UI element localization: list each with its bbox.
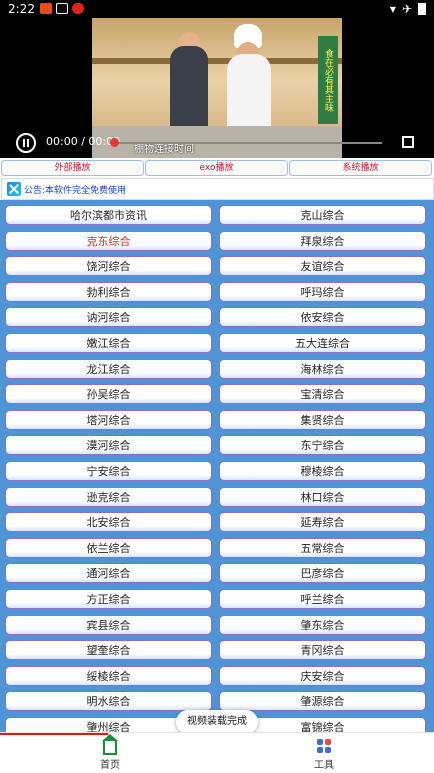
channel-button[interactable]: 通河综合 [5, 563, 212, 584]
nav-accent-line [0, 733, 108, 735]
battery-icon [418, 3, 426, 15]
channel-button[interactable]: 嫩江综合 [5, 333, 212, 353]
channel-button[interactable]: 呼兰综合 [219, 589, 426, 609]
video-controls: 00:00 / 00:00 [0, 128, 434, 158]
channel-button[interactable]: 饶河综合 [5, 256, 212, 277]
toast-message: 视频装载完成 [176, 710, 258, 734]
current-time: 00:00 [46, 135, 78, 148]
tools-icon [317, 739, 331, 753]
channel-button[interactable]: 明水综合 [5, 691, 212, 712]
channel-button[interactable]: 龙江综合 [5, 358, 212, 379]
channel-button[interactable]: 勃利综合 [5, 281, 212, 302]
video-side-banner: 食在必有其主味 [318, 36, 338, 124]
nav-label-tools: 工具 [314, 760, 334, 771]
channel-button[interactable]: 塔河综合 [5, 409, 212, 430]
home-icon [102, 734, 118, 755]
nav-label-home: 首页 [100, 760, 120, 771]
channel-button[interactable]: 绥棱综合 [5, 665, 212, 686]
channel-button[interactable]: 五大连综合 [219, 333, 426, 353]
airplane-icon: ✈ [401, 2, 412, 16]
channel-button[interactable]: 孙吴综合 [5, 384, 212, 405]
channel-button[interactable]: 北安综合 [5, 512, 212, 533]
app-logo-icon [7, 182, 21, 196]
channel-button[interactable]: 青冈综合 [219, 640, 426, 661]
system-icons: ▾ ✈ [390, 2, 426, 16]
channel-button[interactable]: 克东综合 [5, 230, 212, 251]
notification-icons [40, 3, 84, 14]
channel-button[interactable]: 呼玛综合 [219, 281, 426, 302]
channel-button[interactable]: 漠河综合 [5, 435, 212, 456]
box-icon [56, 3, 68, 14]
progress-thumb[interactable] [110, 138, 119, 147]
channel-button[interactable]: 依安综合 [219, 307, 426, 328]
channel-button[interactable]: 林口综合 [219, 486, 426, 507]
channel-button[interactable]: 友谊综合 [219, 256, 426, 277]
bottom-nav: 首页 工具 [0, 732, 434, 773]
channel-button[interactable]: 东宁综合 [219, 435, 426, 456]
app-notification-icon [40, 3, 52, 14]
channel-button[interactable]: 肇源综合 [219, 691, 426, 712]
video-time: 00:00 / 00:00 [46, 135, 120, 148]
channel-button[interactable]: 集贤综合 [219, 409, 426, 430]
notice-bar: 公告:本软件完全免费使用 [1, 178, 434, 200]
notice-text: 公告:本软件完全免费使用 [24, 185, 127, 196]
channel-button[interactable]: 穆棱综合 [219, 461, 426, 481]
tab-external-player[interactable]: 外部播放 [1, 160, 144, 176]
channel-button[interactable]: 宾县综合 [5, 614, 212, 635]
player-mode-tabs: 外部播放 exo播放 系统播放 [1, 160, 432, 176]
status-time: 2:22 [8, 2, 35, 16]
channel-button[interactable]: 巴彦综合 [219, 563, 426, 584]
wifi-icon: ▾ [389, 2, 396, 16]
nav-item-tools[interactable]: 工具 [294, 739, 354, 771]
progress-bar[interactable] [112, 142, 382, 144]
status-bar: 2:22 ▾ ✈ [0, 0, 434, 18]
tab-system-player[interactable]: 系统播放 [289, 160, 432, 176]
channel-grid: 哈尔滨都市资讯 克山综合 克东综合 拜泉综合 饶河综合 友谊综合 勃利综合 呼玛综合 讷河综合依… [0, 200, 434, 732]
pause-icon[interactable] [16, 133, 36, 153]
channel-button[interactable]: 拜泉综合 [219, 230, 426, 251]
channel-button[interactable]: 方正综合 [5, 589, 212, 609]
channel-button[interactable]: 依兰综合 [5, 537, 212, 558]
channel-button[interactable]: 庆安综合 [219, 665, 426, 686]
app-notification-icon [72, 3, 84, 14]
channel-button[interactable]: 哈尔滨都市资讯 [5, 205, 212, 225]
time-separator: / [81, 135, 85, 148]
fullscreen-icon[interactable] [402, 136, 414, 148]
channel-button[interactable]: 海林综合 [219, 358, 426, 379]
nav-item-home[interactable]: 首页 [80, 734, 140, 771]
channel-button[interactable]: 五常综合 [219, 537, 426, 558]
channel-button[interactable]: 克山综合 [219, 205, 426, 225]
channel-button[interactable]: 讷河综合 [5, 307, 212, 328]
channel-button[interactable]: 肇东综合 [219, 614, 426, 635]
channel-button[interactable]: 逊克综合 [5, 486, 212, 507]
channel-button[interactable]: 宝清综合 [219, 384, 426, 405]
channel-button[interactable]: 望奎综合 [5, 640, 212, 661]
channel-button[interactable]: 宁安综合 [5, 461, 212, 481]
channel-button[interactable]: 延寿综合 [219, 512, 426, 533]
tab-exo-player[interactable]: exo播放 [145, 160, 288, 176]
